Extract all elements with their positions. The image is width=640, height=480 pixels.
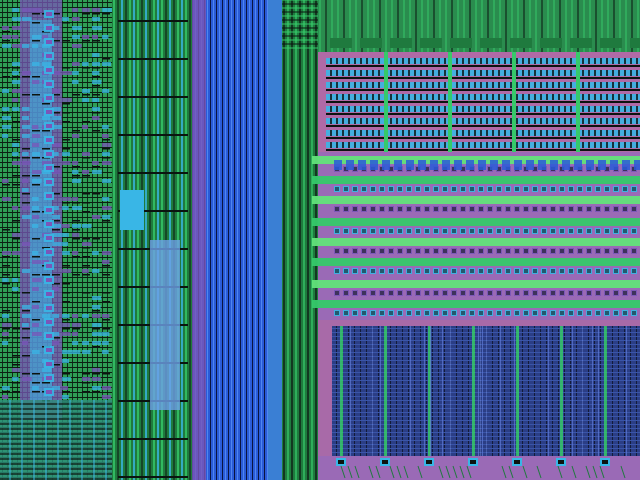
horizontal-driver-array xyxy=(312,52,640,320)
wide-blue-bus xyxy=(192,0,282,480)
memory-cell-array xyxy=(318,320,640,480)
vertical-bus-channel xyxy=(112,0,192,480)
die-micrograph xyxy=(0,0,640,480)
left-logic-column xyxy=(0,0,112,480)
die-image xyxy=(0,0,640,480)
